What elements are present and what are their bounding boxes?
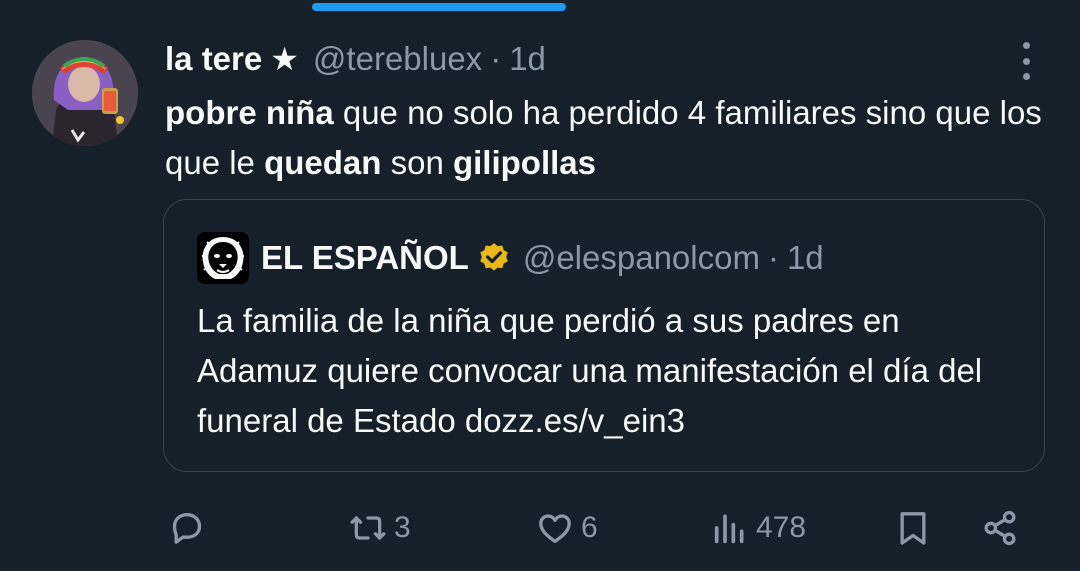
more-dot — [1022, 42, 1030, 49]
verified-badge-shape — [480, 243, 508, 271]
view-count: 478 — [756, 511, 807, 544]
quote-timestamp[interactable]: 1d — [787, 239, 824, 277]
share-icon — [984, 510, 1016, 546]
tweet-text-segment: son — [381, 144, 453, 181]
verified-badge-icon — [480, 243, 508, 271]
retweet-icon — [350, 516, 386, 540]
reply-icon — [172, 513, 202, 544]
quote-avatar — [197, 232, 249, 284]
tweet-text-bold: gilipollas — [452, 144, 597, 181]
quote-handle[interactable]: @elespanolcom — [523, 239, 760, 277]
tweet-header: la tere ★ @terebluex · 1d — [165, 38, 546, 80]
more-dot — [1022, 73, 1030, 80]
tweet-text-bold: quedan — [264, 144, 382, 181]
display-name[interactable]: la tere — [165, 40, 262, 78]
views-button[interactable]: 478 — [710, 500, 806, 556]
quote-text: La familia de la niña que perdió a sus p… — [197, 302, 983, 439]
heart-icon — [539, 514, 571, 543]
share-button[interactable] — [980, 500, 1020, 556]
quote-separator-dot: · — [767, 239, 779, 276]
separator-dot: · — [490, 40, 502, 77]
bookmark-icon — [900, 512, 926, 545]
retweet-button[interactable]: 3 — [348, 500, 411, 556]
quote-display-name[interactable]: EL ESPAÑOL — [261, 239, 469, 277]
avatar[interactable] — [32, 40, 138, 146]
lion-logo-icon — [197, 232, 249, 284]
retweet-count: 3 — [394, 511, 411, 544]
quote-header: EL ESPAÑOL @elespanolcom · 1d — [197, 232, 824, 284]
star-icon: ★ — [270, 41, 299, 77]
more-dot — [1022, 57, 1030, 65]
like-button[interactable]: 6 — [535, 500, 598, 556]
tweet-text: pobre niña que no solo ha perdido 4 fami… — [165, 88, 1055, 188]
avatar-image — [32, 40, 138, 146]
action-bar: 3 6 478 — [0, 500, 1080, 556]
more-vertical-icon[interactable] — [1014, 42, 1038, 80]
reply-button[interactable] — [167, 500, 213, 556]
bookmark-button[interactable] — [893, 500, 933, 556]
handle[interactable]: @terebluex — [313, 40, 482, 78]
views-icon — [714, 514, 744, 544]
scroll-indicator — [312, 3, 566, 11]
timestamp[interactable]: 1d — [509, 40, 546, 78]
quote-card[interactable]: EL ESPAÑOL @elespanolcom · 1d La familia… — [163, 199, 1045, 472]
like-count: 6 — [581, 511, 598, 544]
tweet-text-bold: pobre niña — [165, 94, 334, 131]
